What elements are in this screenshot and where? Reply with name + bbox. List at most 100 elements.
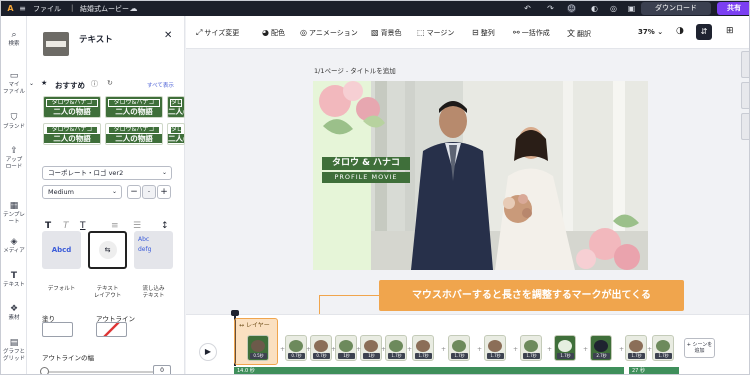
align-button[interactable]: ⊟ 整列 [472, 28, 495, 38]
rail-brand[interactable]: ⛉ ブランド [1, 113, 27, 131]
bold-icon[interactable]: T [45, 221, 51, 231]
background-color-button[interactable]: ▧ 背景色 [371, 28, 402, 38]
text-card[interactable]: タロウ&ハナコ二人の物語 [105, 96, 163, 118]
palette-button[interactable]: ◕ 配色 [262, 28, 285, 38]
text-card[interactable]: タロウ&ハナコ二人の物語 [105, 123, 163, 145]
margin-button[interactable]: ⬚ マージン [417, 28, 454, 38]
right-tab-3[interactable] [741, 113, 749, 140]
style-default[interactable]: Abcd [42, 231, 81, 269]
info-icon[interactable]: ⓘ [91, 79, 98, 89]
playhead-handle[interactable] [231, 310, 239, 316]
text-card[interactable]: タロウ&ハナコ二人の物語 [167, 123, 185, 145]
add-transition-icon[interactable]: + [647, 346, 652, 353]
duplicate-icon[interactable]: ◑ [676, 26, 684, 36]
audio-track-2[interactable]: 27 秒 [629, 367, 679, 374]
file-menu[interactable]: ファイル [33, 4, 61, 14]
scene-clip[interactable]: 1.7秒 [554, 335, 576, 361]
right-tab-1[interactable] [741, 51, 749, 78]
bulk-create-button[interactable]: ⚯ 一括作成 [513, 28, 550, 38]
add-transition-icon[interactable]: + [381, 346, 386, 353]
grid-icon[interactable]: ⊞ [726, 26, 734, 36]
canvas-title-line1[interactable]: タロウ & ハナコ [322, 157, 410, 170]
rail-search[interactable]: ⌕ 検索 [1, 30, 27, 48]
zoom-select[interactable]: 37% ⌄ [638, 28, 663, 36]
text-card[interactable]: タロウ&ハナコ二人の物語 [43, 96, 101, 118]
page-label[interactable]: 1/1ページ - タイトルを追加 [314, 65, 396, 75]
scene-clip[interactable]: 0.7秒 [285, 335, 307, 361]
font-weight-select[interactable]: Medium ⌄ [42, 185, 122, 199]
rail-template[interactable]: ▦ テンプレート [1, 201, 27, 226]
line-height-icon[interactable]: ↕ [161, 221, 169, 231]
scene-clip[interactable]: 1秒 [360, 335, 382, 361]
align-icon[interactable]: ≡ [111, 221, 119, 231]
account-icon[interactable]: ☺ [567, 4, 576, 13]
chevron-down-icon[interactable]: ⌄ [29, 80, 34, 87]
scene-clip[interactable]: 1.7秒 [385, 335, 407, 361]
animation-button[interactable]: ◎ アニメーション [300, 28, 358, 38]
audio-track[interactable]: 14.0 秒 [234, 367, 624, 374]
add-transition-icon[interactable]: + [477, 346, 482, 353]
font-family-select[interactable]: コーポレート・ロゴ ver2 ⌄ [42, 166, 172, 180]
add-transition-icon[interactable]: + [547, 346, 552, 353]
text-card[interactable]: タロウ&ハナコ二人の物語 [167, 96, 185, 118]
add-scene-button[interactable]: + シーンを 追加 [684, 338, 715, 358]
scene-clip[interactable]: 1.7秒 [625, 335, 647, 361]
scene-clip[interactable]: 0.5秒 [247, 335, 269, 361]
scene-clip[interactable]: 1.7秒 [484, 335, 506, 361]
rail-text[interactable]: T テキスト [1, 271, 27, 289]
undo-icon[interactable]: ↶ [523, 4, 532, 13]
scene-clip[interactable]: 1.7秒 [520, 335, 542, 361]
scene-clip[interactable]: 2.7秒 [590, 335, 612, 361]
style-text-layout[interactable]: ⇆ [88, 231, 127, 269]
translate-button[interactable]: 文翻訳 [567, 28, 591, 39]
rail-upload[interactable]: ⇪ アップ ロード [1, 146, 27, 171]
notifications-icon[interactable]: ◎ [609, 4, 618, 13]
share-button[interactable]: 共有 [717, 2, 749, 15]
show-all-link[interactable]: すべて表示 [147, 81, 174, 89]
gift-icon[interactable]: ▣ [627, 4, 636, 13]
download-button[interactable]: ダウンロード [641, 2, 711, 15]
add-transition-icon[interactable]: + [583, 346, 588, 353]
add-transition-icon[interactable]: + [356, 346, 361, 353]
slider-handle[interactable] [40, 367, 49, 374]
canvas-title-line2[interactable]: PROFILE MOVIE [322, 172, 410, 183]
rail-myfiles[interactable]: ▭ マイ ファイル [1, 71, 27, 96]
font-size-decrease-button[interactable]: − [127, 185, 141, 199]
play-button[interactable]: ▶ [199, 343, 217, 361]
scene-clip[interactable]: 1.7秒 [448, 335, 470, 361]
outline-color-swatch[interactable] [96, 322, 127, 337]
canvas-stage[interactable]: タロウ & ハナコ PROFILE MOVIE [313, 81, 648, 270]
outline-width-input[interactable]: 0 [153, 365, 171, 374]
menu-icon[interactable]: ≡ [18, 4, 27, 13]
timeline-toggle-icon[interactable]: ⇵ [696, 24, 712, 40]
italic-icon[interactable]: T [63, 221, 69, 231]
add-transition-icon[interactable]: + [306, 346, 311, 353]
underline-icon[interactable]: T [80, 221, 86, 231]
right-tab-2[interactable] [741, 82, 749, 109]
style-flow-text[interactable]: Abc defg [134, 231, 173, 269]
outline-width-slider[interactable] [43, 371, 153, 373]
font-size-increase-button[interactable]: + [157, 185, 171, 199]
fill-color-swatch[interactable] [42, 322, 73, 337]
rail-media[interactable]: ◈ メディア [1, 237, 27, 255]
redo-icon[interactable]: ↷ [546, 4, 555, 13]
scene-clip[interactable]: 0.7秒 [310, 335, 332, 361]
resize-button[interactable]: ⤢ サイズ変更 [196, 28, 239, 38]
scene-clip[interactable]: 1.7秒 [412, 335, 434, 361]
add-transition-icon[interactable]: + [331, 346, 336, 353]
refresh-icon[interactable]: ↻ [107, 79, 113, 87]
add-transition-icon[interactable]: + [280, 346, 285, 353]
close-icon[interactable]: ✕ [164, 30, 172, 41]
document-title[interactable]: 結婚式ムービー [80, 4, 129, 14]
rail-material[interactable]: ❖ 素材 [1, 304, 27, 322]
list-icon[interactable]: ☰ [133, 221, 141, 231]
rail-graph[interactable]: ▤ グラフと グリッド [1, 338, 27, 363]
scene-clip[interactable]: 1.7秒 [652, 335, 674, 361]
add-transition-icon[interactable]: + [407, 346, 412, 353]
add-transition-icon[interactable]: + [513, 346, 518, 353]
add-transition-icon[interactable]: + [441, 346, 446, 353]
tips-icon[interactable]: ◐ [590, 4, 599, 13]
font-size-input[interactable]: - [142, 185, 156, 199]
scene-clip[interactable]: 1秒 [335, 335, 357, 361]
add-transition-icon[interactable]: + [619, 346, 624, 353]
